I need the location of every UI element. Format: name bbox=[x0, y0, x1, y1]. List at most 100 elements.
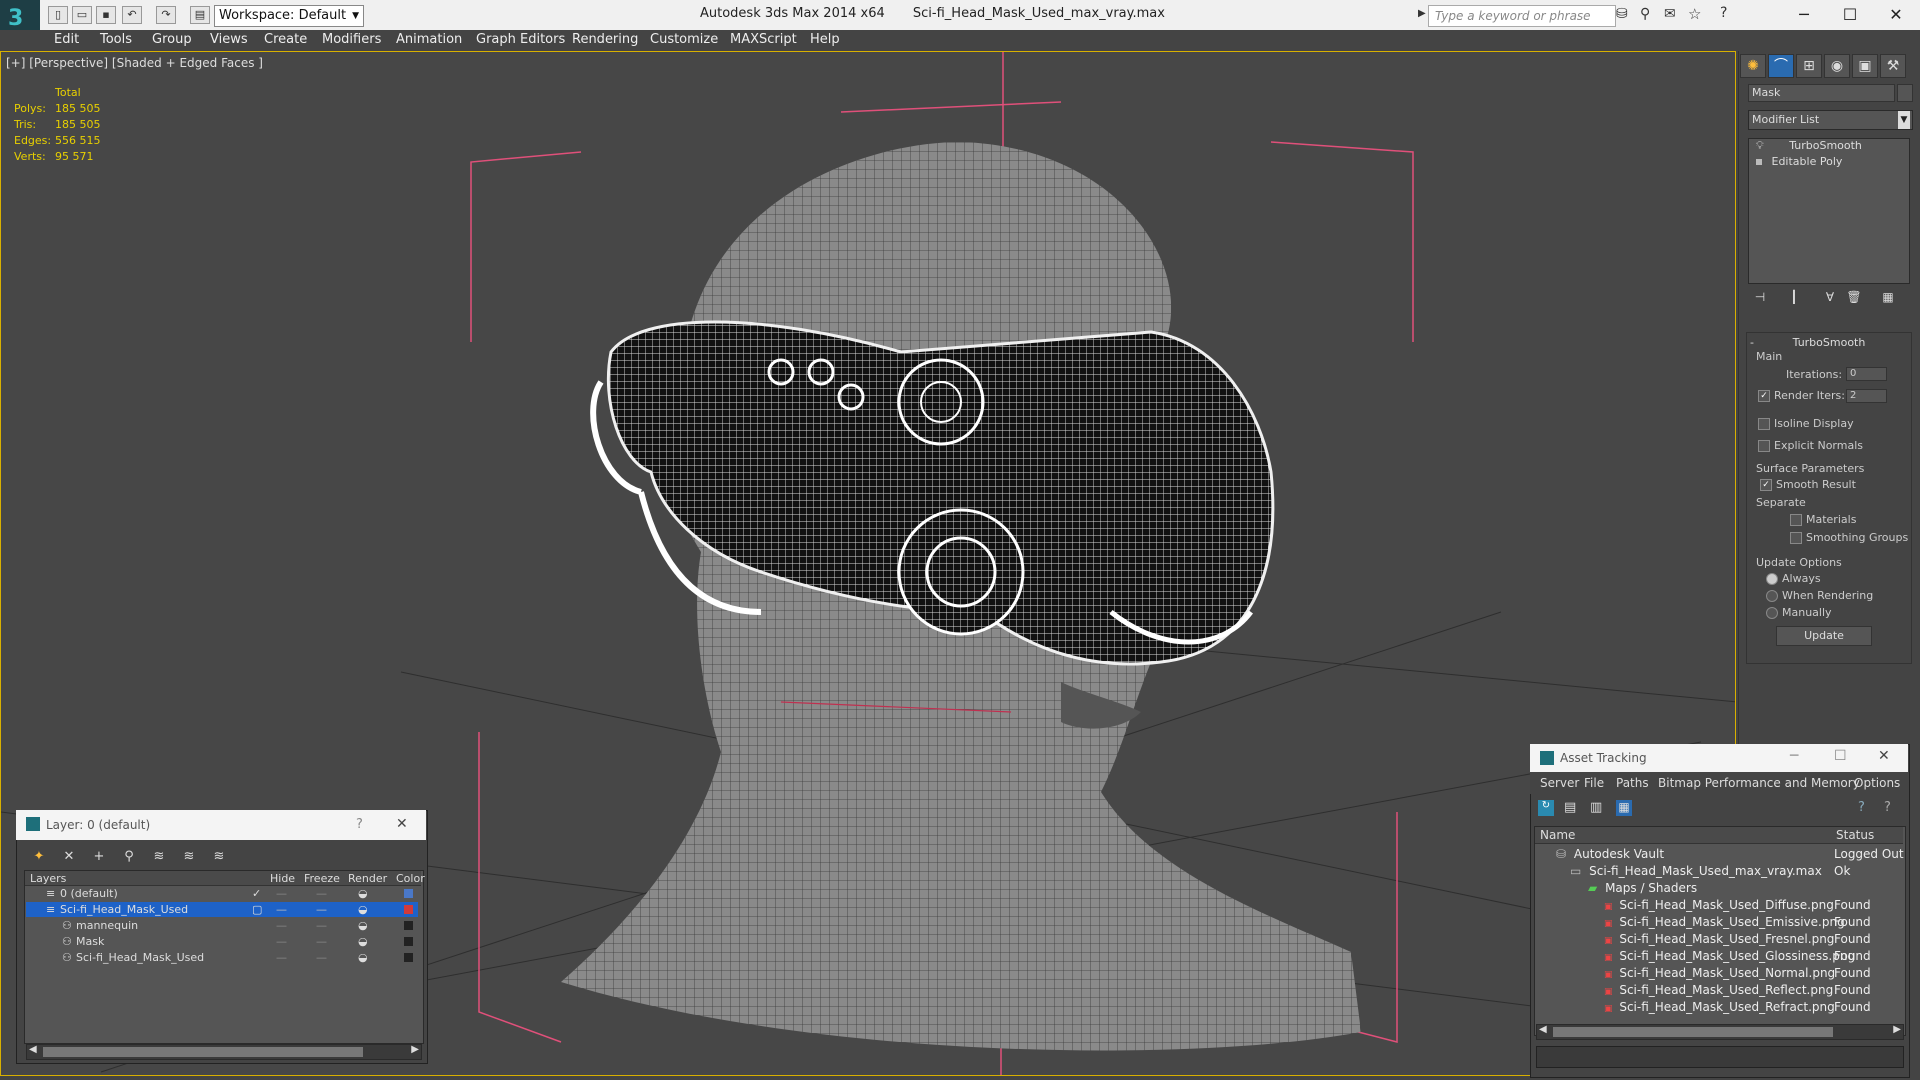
lightbulb-icon[interactable]: 💡︎ bbox=[1756, 139, 1764, 152]
menu-tools[interactable]: Tools bbox=[100, 32, 132, 47]
smoothing-groups-checkbox[interactable] bbox=[1790, 532, 1802, 544]
maximize-icon[interactable]: ☐ bbox=[1834, 748, 1847, 764]
save-file-icon[interactable]: ▪ bbox=[96, 6, 116, 24]
redo-icon[interactable]: ↷ bbox=[156, 6, 176, 24]
layer-color-swatch[interactable] bbox=[404, 921, 413, 930]
new-file-icon[interactable]: ▯ bbox=[48, 6, 68, 24]
render-iters-spinner[interactable]: 2 bbox=[1846, 389, 1887, 403]
scroll-left-icon[interactable]: ◀ bbox=[29, 1044, 37, 1055]
menu-edit[interactable]: Edit bbox=[54, 32, 79, 47]
hide-toggle[interactable]: — bbox=[276, 918, 287, 933]
menu-graph-editors[interactable]: Graph Editors bbox=[476, 32, 565, 47]
render-teapot-icon[interactable]: ◒ bbox=[358, 934, 368, 949]
menu-maxscript[interactable]: MAXScript bbox=[730, 32, 797, 47]
menu-modifiers[interactable]: Modifiers bbox=[322, 32, 381, 47]
asset-row-texture[interactable]: ▣ Sci-fi_Head_Mask_Used_Normal.png bbox=[1604, 965, 1835, 982]
render-teapot-icon[interactable]: ◒ bbox=[358, 950, 368, 965]
asset-row-texture[interactable]: ▣ Sci-fi_Head_Mask_Used_Fresnel.png bbox=[1604, 931, 1834, 948]
search-input[interactable]: Type a keyword or phrase bbox=[1428, 5, 1616, 27]
menu-help[interactable]: Help bbox=[810, 32, 840, 47]
menu-rendering[interactable]: Rendering bbox=[572, 32, 638, 47]
layer-color-swatch[interactable] bbox=[404, 905, 413, 914]
asset-menu-paths[interactable]: Paths bbox=[1616, 776, 1649, 790]
asset-horizontal-scrollbar[interactable]: ◀ ▶ bbox=[1536, 1024, 1904, 1040]
expand-arrow-icon[interactable]: ▶ bbox=[1418, 8, 1426, 19]
maximize-icon[interactable]: ☐ bbox=[1832, 4, 1868, 26]
freeze-toggle[interactable]: — bbox=[316, 902, 327, 917]
star-icon[interactable]: ☆ bbox=[1688, 5, 1701, 23]
hide-all-icon[interactable]: ≋ bbox=[180, 848, 198, 866]
display-tab-icon[interactable]: ▣ bbox=[1852, 54, 1878, 78]
layer-row[interactable]: ≡ 0 (default) ✓ — — ◒ bbox=[26, 886, 418, 901]
layer-row[interactable]: ⚇ Mask — — ◒ bbox=[26, 934, 418, 949]
freeze-toggle[interactable]: — bbox=[316, 918, 327, 933]
col-hide[interactable]: Hide bbox=[270, 872, 295, 885]
hide-toggle[interactable]: — bbox=[276, 934, 287, 949]
asset-menu-server[interactable]: Server bbox=[1540, 776, 1579, 790]
configure-modifier-sets-icon[interactable]: ▦ bbox=[1880, 290, 1896, 306]
rollout-title[interactable]: TurboSmooth bbox=[1750, 336, 1908, 350]
asset-row-texture[interactable]: ▣ Sci-fi_Head_Mask_Used_Refract.png bbox=[1604, 999, 1835, 1016]
layer-dialog-titlebar[interactable]: Layer: 0 (default) ? ✕ bbox=[16, 810, 426, 840]
stack-item-turbosmooth[interactable]: 💡︎ TurboSmooth bbox=[1752, 138, 1902, 153]
update-button[interactable]: Update bbox=[1776, 626, 1872, 646]
layer-row-selected[interactable]: ≡ Sci-fi_Head_Mask_Used ▢ — — ◒ bbox=[26, 902, 418, 917]
hierarchy-tab-icon[interactable]: ⊞ bbox=[1796, 54, 1822, 78]
pin-stack-icon[interactable]: ⊣ bbox=[1752, 290, 1768, 306]
asset-row-maps[interactable]: ▰ Maps / Shaders bbox=[1588, 880, 1697, 897]
hide-toggle[interactable]: — bbox=[276, 950, 287, 965]
menu-group[interactable]: Group bbox=[152, 32, 192, 47]
when-rendering-radio[interactable] bbox=[1766, 590, 1778, 602]
layer-row[interactable]: ⚇ Sci-fi_Head_Mask_Used — — ◒ bbox=[26, 950, 418, 965]
menu-views[interactable]: Views bbox=[210, 32, 248, 47]
help-icon[interactable]: ? bbox=[1720, 5, 1727, 21]
asset-row-maxfile[interactable]: ▭ Sci-fi_Head_Mask_Used_max_vray.max bbox=[1570, 863, 1822, 880]
binoculars-icon[interactable]: ⛁ bbox=[1616, 6, 1628, 22]
explicit-normals-checkbox[interactable] bbox=[1758, 440, 1770, 452]
hide-toggle[interactable]: — bbox=[276, 902, 287, 917]
manually-radio[interactable] bbox=[1766, 607, 1778, 619]
open-file-icon[interactable]: ▭ bbox=[72, 6, 92, 24]
asset-row-texture[interactable]: ▣ Sci-fi_Head_Mask_Used_Glossiness.png bbox=[1604, 948, 1855, 965]
create-layer-icon[interactable]: ✦ bbox=[30, 848, 48, 866]
col-layers[interactable]: Layers bbox=[30, 872, 66, 885]
freeze-toggle[interactable]: — bbox=[316, 934, 327, 949]
col-status[interactable]: Status bbox=[1836, 828, 1874, 842]
scroll-right-icon[interactable]: ▶ bbox=[1893, 1024, 1901, 1035]
highlight-layer-icon[interactable]: ≋ bbox=[150, 848, 168, 866]
scroll-right-icon[interactable]: ▶ bbox=[411, 1044, 419, 1055]
layer-horizontal-scrollbar[interactable]: ◀ ▶ bbox=[26, 1044, 422, 1060]
render-teapot-icon[interactable]: ◒ bbox=[358, 886, 368, 901]
minimize-icon[interactable]: ─ bbox=[1790, 748, 1798, 764]
remove-modifier-icon[interactable]: 🗑︎ bbox=[1846, 290, 1862, 306]
menu-create[interactable]: Create bbox=[264, 32, 307, 47]
menu-animation[interactable]: Animation bbox=[396, 32, 462, 47]
detail-view-icon[interactable]: ▥ bbox=[1590, 800, 1602, 815]
asset-row-texture[interactable]: ▣ Sci-fi_Head_Mask_Used_Reflect.png bbox=[1604, 982, 1833, 999]
motion-tab-icon[interactable]: ◉ bbox=[1824, 54, 1850, 78]
asset-path-field[interactable] bbox=[1536, 1046, 1904, 1068]
stack-item-editable-poly[interactable]: Editable Poly bbox=[1752, 154, 1902, 169]
asset-menu-file[interactable]: File bbox=[1584, 776, 1604, 790]
workspace-dropdown[interactable]: Workspace: Default ▼ bbox=[214, 5, 364, 27]
search-icon[interactable]: ⚲ bbox=[1640, 6, 1650, 22]
render-teapot-icon[interactable]: ◒ bbox=[358, 918, 368, 933]
communication-icon[interactable]: ✉ bbox=[1664, 6, 1676, 22]
layer-color-swatch[interactable] bbox=[404, 937, 413, 946]
help-icon[interactable]: ? bbox=[1884, 800, 1891, 815]
project-folder-icon[interactable]: ▤ bbox=[190, 6, 210, 24]
asset-row-vault[interactable]: ⛁ Autodesk Vault bbox=[1556, 846, 1664, 863]
modify-tab-icon[interactable]: ⌒ bbox=[1768, 54, 1794, 78]
freeze-toggle[interactable]: — bbox=[316, 886, 327, 901]
close-icon[interactable]: ✕ bbox=[1878, 4, 1914, 26]
minimize-icon[interactable]: ─ bbox=[1786, 4, 1822, 26]
asset-menu-options[interactable]: Options bbox=[1854, 776, 1900, 790]
hide-toggle[interactable]: — bbox=[276, 886, 287, 901]
scroll-thumb[interactable] bbox=[43, 1047, 363, 1057]
col-name[interactable]: Name bbox=[1540, 828, 1575, 842]
undo-icon[interactable]: ↶ bbox=[122, 6, 142, 24]
object-color-swatch[interactable] bbox=[1897, 84, 1913, 102]
vault-help-icon[interactable]: ? bbox=[1858, 800, 1865, 815]
materials-checkbox[interactable] bbox=[1790, 514, 1802, 526]
freeze-toggle[interactable]: — bbox=[316, 950, 327, 965]
